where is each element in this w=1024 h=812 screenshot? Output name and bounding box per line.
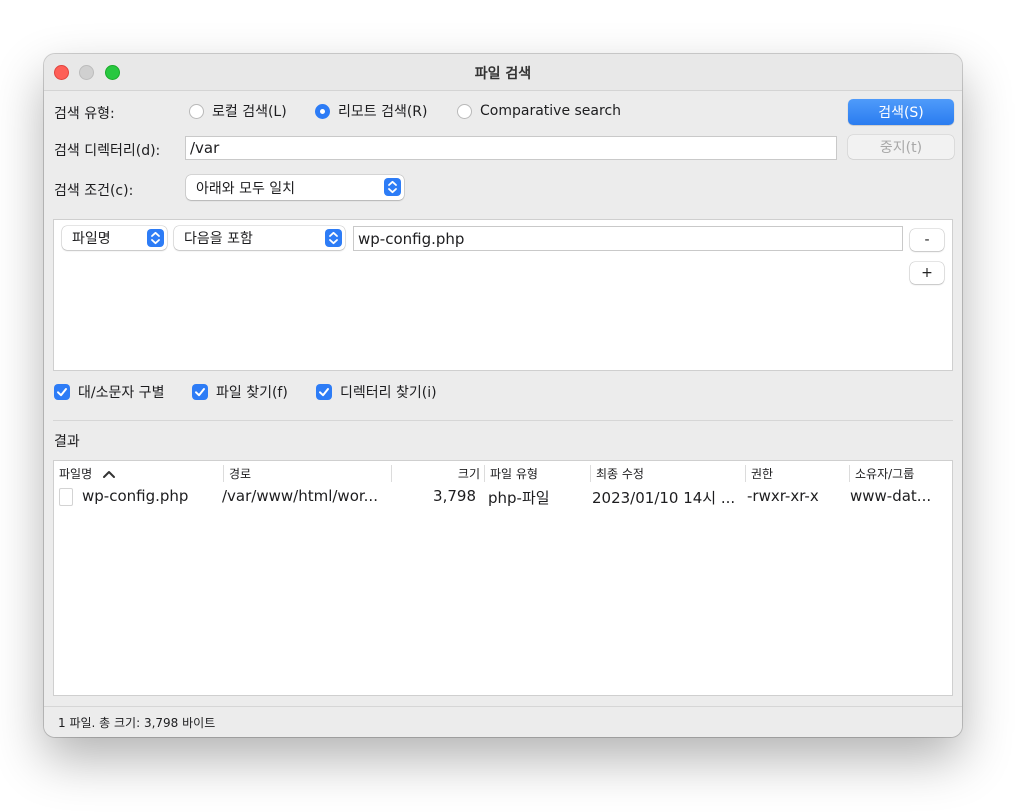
radio-circle-selected [315,103,330,119]
criteria-value-input[interactable]: wp-config.php [353,226,903,251]
checkbox-label: 대/소문자 구별 [78,385,165,401]
search-condition-select[interactable]: 아래와 모두 일치 [186,175,404,200]
file-icon [59,488,73,506]
status-text: 1 파일. 총 크기: 3,798 바이트 [58,716,216,730]
cell-name: wp-config.php [82,487,189,505]
divider [53,420,953,421]
column-header-permissions[interactable]: 권한 [746,465,850,482]
results-label: 결과 [54,434,80,450]
checkmark-icon [54,384,70,400]
search-dir-input[interactable]: /var [185,136,837,160]
cell-modified: 2023/01/10 14시 ... [592,489,736,507]
column-header-name[interactable]: 파일명 [54,465,224,482]
checkbox-match-case[interactable]: 대/소문자 구별 [54,383,164,401]
radio-circle [457,103,472,119]
cell-path: /var/www/html/wor... [222,487,378,505]
search-condition-label: 검색 조건(c): [54,183,134,199]
radio-label: 리모트 검색(R) [338,104,428,120]
chevron-updown-icon [147,229,164,247]
search-condition-value: 아래와 모두 일치 [196,180,296,197]
checkbox-find-directories[interactable]: 디렉터리 찾기(i) [316,383,437,401]
criteria-operator-select[interactable]: 다음을 포함 [174,226,345,250]
file-search-window: 파일 검색 검색 유형: 로컬 검색(L) 리모트 검색(R) Comparat… [44,54,962,737]
criteria-operator-value: 다음을 포함 [184,231,253,247]
checkmark-icon [192,384,208,400]
column-header-type[interactable]: 파일 유형 [485,465,591,482]
column-header-size[interactable]: 크기 [392,465,485,482]
title-bar: 파일 검색 [44,54,962,91]
radio-circle [189,103,204,119]
chevron-updown-icon [384,178,401,196]
radio-label: 로컬 검색(L) [212,104,287,120]
results-table: 파일명 경로 크기 파일 유형 최종 수정 권한 소유자/그룹 wp-confi… [53,460,953,696]
criteria-field-select[interactable]: 파일명 [62,226,167,250]
checkbox-find-files[interactable]: 파일 찾기(f) [192,383,288,401]
checkbox-label: 디렉터리 찾기(i) [340,385,437,401]
radio-local-search[interactable]: 로컬 검색(L) [189,102,287,120]
criteria-field-value: 파일명 [72,231,111,247]
search-type-label: 검색 유형: [54,106,115,122]
column-header-path[interactable]: 경로 [224,465,392,482]
chevron-updown-icon [325,229,342,247]
status-bar: 1 파일. 총 크기: 3,798 바이트 [44,706,962,737]
radio-comparative-search[interactable]: Comparative search [457,102,621,120]
column-header-modified[interactable]: 최종 수정 [591,465,746,482]
radio-remote-search[interactable]: 리모트 검색(R) [315,102,428,120]
search-dir-label: 검색 디렉터리(d): [54,143,161,159]
window-title: 파일 검색 [474,66,532,82]
column-header-owner[interactable]: 소유자/그룹 [850,465,952,482]
criteria-panel: 파일명 다음을 포함 wp-config.php - + [53,219,953,371]
cell-size: 3,798 [433,487,476,505]
stop-button[interactable]: 중지(t) [848,135,954,159]
column-header-label: 파일명 [59,467,93,481]
cell-owner: www-dat... [850,487,932,505]
chevron-up-icon [102,468,116,482]
cell-permissions: -rwxr-xr-x [747,487,819,505]
add-criteria-button[interactable]: + [910,262,944,284]
cell-type: php-파일 [488,489,550,507]
checkmark-icon [316,384,332,400]
radio-label: Comparative search [480,103,622,119]
checkbox-label: 파일 찾기(f) [216,385,288,401]
remove-criteria-button[interactable]: - [910,229,944,251]
search-button[interactable]: 검색(S) [848,99,954,125]
